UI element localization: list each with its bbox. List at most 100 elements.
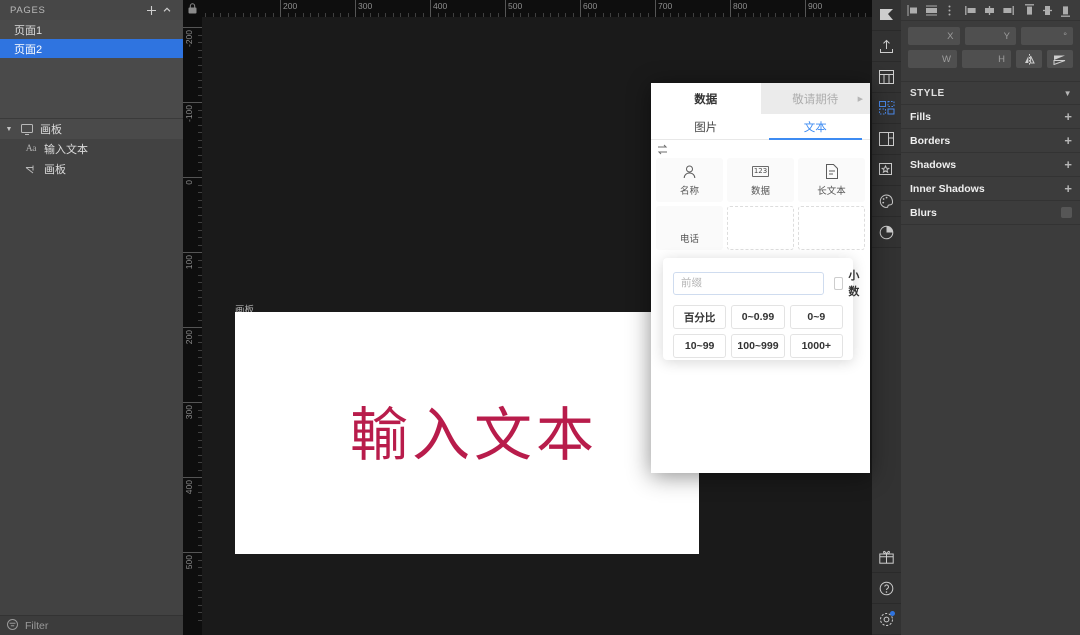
chevron-down-icon[interactable]: ▼ (4, 126, 14, 133)
decimal-checkbox[interactable]: 小数 (834, 267, 863, 299)
ruler-tick (512, 13, 514, 17)
subtab-text[interactable]: 文本 (761, 114, 871, 140)
ruler-tick (198, 94, 202, 96)
ruler-tick (198, 372, 202, 373)
symbol-icon[interactable] (872, 155, 901, 186)
data-card-name[interactable]: 名称 (656, 158, 723, 202)
ruler-tick (775, 13, 776, 17)
pages-header: PAGES (0, 0, 183, 20)
ruler-tick (198, 207, 202, 208)
ruler-tick (212, 13, 214, 17)
ruler-tick (722, 13, 724, 17)
ruler-tick (557, 13, 559, 17)
page-row[interactable]: 页面1 (0, 20, 183, 39)
align-middle-icon[interactable] (1038, 0, 1056, 21)
x-field[interactable]: X (908, 27, 960, 45)
align-top-icon[interactable] (1020, 0, 1038, 21)
flip-vertical-icon[interactable] (1047, 50, 1073, 68)
ruler-tick (198, 417, 202, 418)
pages-list: 页面1 页面2 (0, 20, 183, 118)
layout-icon[interactable] (872, 124, 901, 155)
chevron-down-icon[interactable]: ▼ (1064, 89, 1072, 98)
ruler-label: 300 (358, 1, 373, 11)
flip-horizontal-icon[interactable] (1016, 50, 1042, 68)
artboard-text-layer[interactable]: 輸入文本 (350, 388, 598, 472)
prefix-input[interactable] (673, 271, 824, 295)
ruler-label: 700 (658, 1, 673, 11)
ruler-tick (183, 552, 202, 553)
ruler-tick (198, 87, 202, 88)
ruler-tick (767, 13, 769, 17)
ruler-tick (198, 424, 202, 426)
layer-row-text[interactable]: Aa 输入文本 (0, 139, 183, 159)
ruler-tick (198, 544, 202, 546)
inspector-row-inner-shadows: Inner Shadows + (901, 176, 1080, 200)
chevron-up-icon[interactable] (159, 2, 175, 18)
page-label: 页面1 (14, 24, 43, 37)
plus-icon[interactable] (143, 2, 159, 18)
palette-icon[interactable] (872, 186, 901, 217)
preset-10-99[interactable]: 10~99 (673, 334, 727, 358)
align-center-h-icon[interactable] (922, 0, 940, 21)
add-fill-button[interactable]: + (1064, 110, 1072, 123)
align-center-icon[interactable] (980, 0, 998, 21)
y-field[interactable]: Y (964, 27, 1016, 45)
style-section-header[interactable]: STYLE ▼ (901, 81, 1080, 104)
pages-title: PAGES (10, 4, 46, 16)
artboard[interactable]: 輸入文本 (235, 312, 699, 554)
ruler-lock-icon[interactable] (183, 0, 202, 17)
preset-percent[interactable]: 百分比 (673, 305, 727, 329)
components-icon[interactable] (872, 62, 901, 93)
ruler-vertical[interactable]: -200 -100 0 100 200 300 400 500 (183, 17, 202, 635)
filter-bar[interactable]: Filter (0, 615, 183, 635)
data-plugin-icon[interactable] (872, 93, 901, 124)
ruler-horizontal[interactable]: 2003004005006007008009001,0 (202, 0, 872, 17)
checkbox-box[interactable] (834, 276, 844, 290)
ruler-tick (400, 13, 401, 17)
height-field[interactable]: H (962, 50, 1011, 68)
data-card-phone[interactable]: 电话 (656, 206, 723, 250)
layer-row-slice[interactable]: 画板 (0, 159, 183, 179)
align-left-icon[interactable] (904, 0, 922, 21)
add-border-button[interactable]: + (1064, 134, 1072, 147)
preset-100-999[interactable]: 100~999 (731, 334, 785, 358)
ruler-tick (183, 177, 202, 178)
inspector-row-borders: Borders + (901, 128, 1080, 152)
width-field[interactable]: W (908, 50, 957, 68)
align-bottom-icon[interactable] (1056, 0, 1074, 21)
preset-1000plus[interactable]: 1000+ (789, 334, 843, 358)
align-right-edge-icon[interactable] (998, 0, 1016, 21)
sketch-logo-icon[interactable] (872, 0, 901, 31)
tab-data[interactable]: 数据 (651, 83, 761, 114)
align-left-edge-icon[interactable] (962, 0, 980, 21)
blur-toggle[interactable] (1061, 207, 1072, 218)
add-shadow-button[interactable]: + (1064, 158, 1072, 171)
distribute-h-icon[interactable] (940, 0, 958, 21)
swap-arrows-icon[interactable] (657, 144, 668, 158)
geometry-fields: X Y ° W H (901, 21, 1080, 81)
subtab-images[interactable]: 图片 (651, 114, 761, 139)
ruler-tick (198, 162, 202, 163)
data-card-number[interactable]: 123 数据 (727, 158, 794, 202)
layer-row-artboard-group[interactable]: ▼ 画板 (0, 119, 183, 139)
rotation-field[interactable]: ° (1021, 27, 1073, 45)
popover-top-row: 小数 (673, 267, 859, 299)
data-card-placeholder[interactable] (727, 206, 794, 250)
ruler-label: -100 (184, 105, 194, 123)
data-card-placeholder[interactable] (798, 206, 865, 250)
ruler-tick (670, 13, 671, 17)
data-card-longtext[interactable]: 长文本 (798, 158, 865, 202)
help-icon[interactable] (872, 573, 901, 604)
style-section-title: STYLE (910, 87, 945, 99)
add-inner-shadow-button[interactable]: + (1064, 182, 1072, 195)
ruler-tick (198, 589, 202, 591)
page-row-selected[interactable]: 页面2 (0, 39, 183, 58)
gift-icon[interactable] (872, 542, 901, 573)
tab-coming-soon[interactable]: 敬请期待 ▶ (760, 83, 870, 114)
ruler-tick (752, 13, 754, 17)
export-icon[interactable] (872, 31, 901, 62)
chart-icon[interactable] (872, 217, 901, 248)
preset-0-099[interactable]: 0~0.99 (731, 305, 785, 329)
preset-0-9[interactable]: 0~9 (789, 305, 843, 329)
settings-gear-icon[interactable] (872, 604, 901, 635)
